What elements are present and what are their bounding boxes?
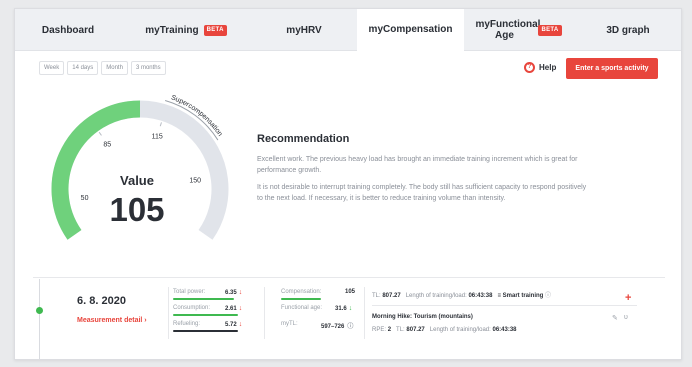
gauge-tick-mark [98,131,102,136]
gauge-tick-150: 150 [189,178,201,185]
tab-label: Dashboard [41,24,95,36]
functional-age-value: 31.6 ↓ [335,305,352,312]
functional-age-label: Functional age: [281,305,323,311]
gauge-tick-115: 115 [152,134,163,141]
gauge-tick-mark [159,122,162,127]
main-tabs: Dashboard myTraining BETA myHRV myCompens… [15,9,681,51]
tab-label: myHRV [286,24,322,36]
recommendation-title: Recommendation [257,133,350,145]
period-month[interactable]: Month [101,61,128,75]
help-label: Help [539,63,557,72]
tab-myhrv[interactable]: myHRV [251,9,357,51]
value-text: 2.61 [225,306,237,312]
tl-value: 807.27 [406,327,425,333]
activity-detail-line: RPE: 2 TL: 807.27 Length of training/loa… [372,327,517,333]
column-divider [364,287,365,339]
measurement-detail-link[interactable]: Measurement detail › [77,317,147,324]
recommendation-paragraph-2: It is not desirable to interrupt trainin… [257,184,587,202]
period-week[interactable]: Week [39,61,65,75]
length-label: Length of training/load: [429,327,491,333]
arrow-down-icon: ↓ [238,321,243,328]
tab-mycompensation[interactable]: myCompensation [357,9,464,51]
consumption-bar [173,314,238,316]
tab-3d-graph[interactable]: 3D graph [573,9,681,51]
tab-myfunctional-age[interactable]: myFunctional Age BETA [464,9,573,51]
delete-icon[interactable]: ᴜ [624,314,628,321]
column-divider [264,287,265,339]
activity-title[interactable]: Morning Hike: Tourism (mountains) [372,314,473,320]
consumption-value: 2.61 ↓ [225,305,242,312]
tab-label: myFunctional Age [475,19,541,41]
info-icon[interactable]: ⓘ [347,324,353,330]
period-selector: Week 14 days Month 3 months [39,61,166,75]
compensation-value: 105 [345,289,356,295]
mytl-label: myTL: [281,321,298,327]
consumption-label: Consumption: [173,305,211,311]
refueling-value: 5.72 ↓ [225,321,242,328]
arrow-down-icon: ↓ [238,305,243,312]
timeline-line [39,279,40,359]
help-link[interactable]: ? Help [524,62,556,73]
rpe-label: RPE: [372,327,387,333]
value-text: 6.35 [225,290,237,296]
value-text: 31.6 [335,306,347,312]
compensation-gauge: Supercompensation 50 85 115 150 Value 10… [51,94,229,240]
measurement-date: 6. 8. 2020 [77,295,126,307]
total-power-label: Total power: [173,289,206,295]
tl-value: 807.27 [382,293,401,299]
tl-label: TL: [372,293,381,299]
tab-dashboard[interactable]: Dashboard [15,9,121,51]
value-text: 5.72 [225,322,237,328]
help-icon: ? [524,62,535,73]
period-3-months[interactable]: 3 months [130,61,166,75]
rpe-value: 2 [387,327,392,333]
tab-mytraining[interactable]: myTraining BETA [121,9,251,51]
compensation-panel: Dashboard myTraining BETA myHRV myCompens… [14,8,682,360]
refueling-label: Refueling: [173,321,201,327]
beta-badge: BETA [538,24,562,36]
add-activity-icon[interactable]: + [625,292,631,304]
info-icon[interactable]: ⓘ [545,293,551,299]
gauge-tick-50: 50 [81,195,89,202]
refueling-bar [173,330,238,332]
recommendation-paragraph-1: Excellent work. The previous heavy load … [257,156,578,174]
total-power-bar [173,298,235,300]
arrow-down-icon: ↓ [238,289,243,296]
length-value: 06:43:38 [492,327,517,333]
column-divider [168,287,169,339]
edit-icon[interactable]: ✎ [612,314,618,322]
smart-training-label[interactable]: ≡ Smart training [497,293,543,299]
compensation-bar [281,298,321,300]
period-14-days[interactable]: 14 days [67,61,99,75]
arrow-down-icon: ↓ [348,305,353,312]
activity-summary-line: TL: 807.27 Length of training/load: 06:4… [372,290,551,299]
gauge-value: 105 [109,191,164,228]
tl-label: TL: [396,327,405,333]
beta-badge: BETA [203,24,227,36]
length-label: Length of training/load: [405,293,467,299]
activity-divider [372,305,637,306]
total-power-value: 6.35 ↓ [225,289,242,296]
compensation-label: Compensation: [281,289,322,295]
tab-label: 3D graph [606,24,650,36]
tab-label: myTraining [145,24,199,36]
section-divider [33,277,665,278]
gauge-value-label: Value [120,173,154,188]
length-value: 06:43:38 [468,293,493,299]
value-text: 597–726 [321,324,345,330]
tab-label: myCompensation [368,24,453,35]
enter-sports-activity-button[interactable]: Enter a sports activity [566,58,658,79]
mytl-value: 597–726 ⓘ [321,321,353,330]
gauge-tick-85: 85 [103,142,111,149]
timeline-dot [36,307,43,314]
